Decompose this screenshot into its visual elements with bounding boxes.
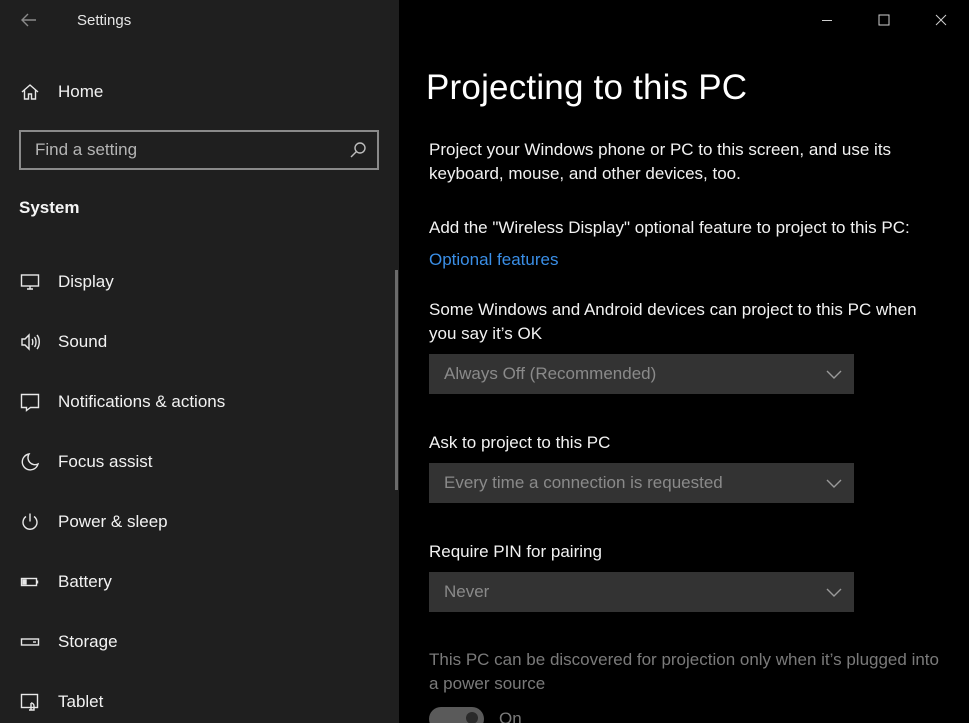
optional-features-link[interactable]: Optional features bbox=[429, 250, 558, 270]
power-icon bbox=[19, 511, 41, 533]
storage-icon bbox=[19, 631, 41, 653]
maximize-icon bbox=[878, 14, 889, 26]
toggle-state-label: On bbox=[499, 709, 522, 723]
chevron-down-icon bbox=[826, 366, 842, 382]
search-input[interactable] bbox=[21, 140, 341, 160]
window-controls bbox=[798, 0, 969, 40]
sidebar: Settings Home System Display Sound bbox=[0, 0, 399, 723]
dropdown-value: Never bbox=[444, 582, 490, 601]
sidebar-item-tablet[interactable]: Tablet bbox=[0, 672, 399, 723]
maximize-button[interactable] bbox=[855, 0, 912, 40]
sidebar-item-label: Sound bbox=[58, 332, 108, 351]
sidebar-item-display[interactable]: Display bbox=[0, 252, 399, 312]
sidebar-item-label: Focus assist bbox=[58, 452, 153, 471]
feature-text: Add the "Wireless Display" optional feat… bbox=[429, 218, 910, 237]
pin-pairing-dropdown[interactable]: Never bbox=[429, 572, 854, 612]
description-text: Project your Windows phone or PC to this… bbox=[429, 140, 892, 183]
sidebar-item-power-sleep[interactable]: Power & sleep bbox=[0, 492, 399, 552]
power-source-text: This PC can be discovered for projection… bbox=[429, 650, 939, 693]
main-content: Projecting to this PC Project your Windo… bbox=[399, 0, 969, 723]
sidebar-scrollbar[interactable] bbox=[395, 270, 398, 490]
sidebar-item-label: Home bbox=[58, 82, 104, 101]
sidebar-item-label: Battery bbox=[58, 572, 112, 591]
back-arrow-icon bbox=[21, 13, 36, 27]
chevron-down-icon bbox=[826, 475, 842, 491]
moon-icon bbox=[19, 451, 41, 473]
back-button[interactable] bbox=[14, 8, 44, 32]
power-source-toggle[interactable] bbox=[429, 707, 484, 723]
minimize-button[interactable] bbox=[798, 0, 855, 40]
titlebar-left: Settings bbox=[0, 0, 399, 40]
pin-pairing-label: Require PIN for pairing bbox=[429, 542, 602, 561]
sidebar-item-label: Storage bbox=[58, 632, 118, 651]
sidebar-item-focus-assist[interactable]: Focus assist bbox=[0, 432, 399, 492]
sidebar-item-label: Display bbox=[58, 272, 114, 291]
app-title: Settings bbox=[77, 12, 132, 29]
allow-projection-dropdown[interactable]: Always Off (Recommended) bbox=[429, 354, 854, 394]
home-icon bbox=[19, 81, 41, 103]
close-icon bbox=[935, 14, 946, 26]
sidebar-item-battery[interactable]: Battery bbox=[0, 552, 399, 612]
monitor-icon bbox=[19, 271, 41, 293]
sidebar-item-label: Power & sleep bbox=[58, 512, 168, 531]
chevron-down-icon bbox=[826, 584, 842, 600]
battery-icon bbox=[19, 571, 41, 593]
ask-projection-dropdown[interactable]: Every time a connection is requested bbox=[429, 463, 854, 503]
close-button[interactable] bbox=[912, 0, 969, 40]
toggle-knob bbox=[466, 712, 478, 723]
section-heading: System bbox=[19, 198, 80, 217]
sidebar-item-label: Notifications & actions bbox=[58, 392, 226, 411]
sidebar-item-sound[interactable]: Sound bbox=[0, 312, 399, 372]
allow-projection-text: Some Windows and Android devices can pro… bbox=[429, 300, 917, 343]
sidebar-item-notifications[interactable]: Notifications & actions bbox=[0, 372, 399, 432]
notification-icon bbox=[19, 391, 41, 413]
sidebar-nav-list: Display Sound Notifications & actions Fo… bbox=[0, 252, 399, 723]
minimize-icon bbox=[821, 20, 832, 21]
search-box bbox=[19, 130, 379, 170]
search-icon[interactable] bbox=[349, 141, 367, 159]
sidebar-item-storage[interactable]: Storage bbox=[0, 612, 399, 672]
page-title: Projecting to this PC bbox=[426, 68, 748, 107]
dropdown-value: Always Off (Recommended) bbox=[444, 364, 657, 383]
sidebar-item-home[interactable]: Home bbox=[0, 70, 399, 114]
ask-projection-label: Ask to project to this PC bbox=[429, 433, 611, 452]
tablet-icon bbox=[19, 691, 41, 713]
sidebar-item-label: Tablet bbox=[58, 692, 104, 711]
speaker-icon bbox=[19, 331, 41, 353]
dropdown-value: Every time a connection is requested bbox=[444, 473, 723, 492]
